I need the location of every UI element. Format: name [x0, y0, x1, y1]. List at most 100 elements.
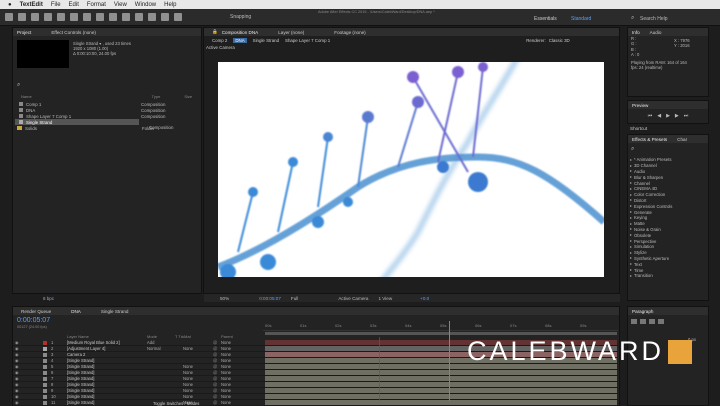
- layer-trkmat[interactable]: None: [183, 364, 193, 369]
- layer-name[interactable]: [Medium Royal Blue Solid 2]: [67, 340, 120, 345]
- roto-tool-icon[interactable]: [161, 13, 169, 21]
- renderer-value[interactable]: Classic 3D: [549, 38, 570, 43]
- project-item[interactable]: Shape Layer 7 Comp 1 Composition: [15, 113, 201, 119]
- layer-name[interactable]: [Single Strand]: [67, 388, 94, 393]
- layer-label-color[interactable]: [43, 347, 47, 351]
- parent-pickwhip-icon[interactable]: @: [213, 352, 217, 357]
- parent-pickwhip-icon[interactable]: @: [213, 346, 217, 351]
- tab-layer[interactable]: Layer (none): [278, 30, 304, 35]
- menu-file[interactable]: File: [51, 2, 61, 8]
- workspace-essentials[interactable]: Essentials: [534, 16, 557, 22]
- layer-parent[interactable]: None: [221, 364, 231, 369]
- menu-app-name[interactable]: TextEdit: [20, 2, 43, 8]
- brush-tool-icon[interactable]: [122, 13, 130, 21]
- views-select[interactable]: 1 View: [378, 296, 392, 301]
- parent-pickwhip-icon[interactable]: @: [213, 358, 217, 363]
- parent-pickwhip-icon[interactable]: @: [213, 340, 217, 345]
- layer-name[interactable]: [Single Strand]: [67, 364, 94, 369]
- layer-trkmat[interactable]: None: [183, 388, 193, 393]
- clone-tool-icon[interactable]: [135, 13, 143, 21]
- layer-name[interactable]: [Single Strand]: [67, 376, 94, 381]
- layer-label-color[interactable]: [43, 341, 47, 345]
- expand-triangle-icon[interactable]: [630, 245, 632, 248]
- snapping-toggle[interactable]: Snapping: [230, 14, 251, 20]
- visibility-eye-icon[interactable]: ◉: [15, 346, 19, 351]
- bpc-toggle[interactable]: 8 bpc: [43, 296, 54, 301]
- layer-name[interactable]: [Adjustment Layer 4]: [67, 346, 105, 351]
- timeline-timecode[interactable]: 0:00:05:07: [17, 317, 50, 324]
- tab-single-strand-timeline[interactable]: Single Strand: [101, 309, 129, 314]
- layer-parent[interactable]: None: [221, 358, 231, 363]
- flow-dna[interactable]: DNA: [233, 37, 247, 43]
- parent-pickwhip-icon[interactable]: @: [213, 400, 217, 405]
- expand-triangle-icon[interactable]: [630, 222, 632, 225]
- first-frame-icon[interactable]: ⏮: [648, 113, 653, 119]
- flow-comp2[interactable]: Comp 2: [212, 38, 227, 43]
- layer-parent[interactable]: None: [221, 352, 231, 357]
- tab-effect-controls[interactable]: Effect Controls (none): [51, 30, 96, 35]
- paragraph-title[interactable]: Paragraph: [632, 309, 653, 314]
- col-type[interactable]: Type: [152, 94, 161, 100]
- project-item-selected[interactable]: Single Strand: [15, 119, 139, 125]
- parent-pickwhip-icon[interactable]: @: [213, 364, 217, 369]
- layer-parent[interactable]: None: [221, 382, 231, 387]
- layer-duration-bar[interactable]: [265, 370, 617, 375]
- timeline-layer-row[interactable]: ◉ 11 [Single Strand] None @ None: [13, 400, 618, 406]
- layer-trkmat[interactable]: None: [183, 376, 193, 381]
- menu-window[interactable]: Window: [135, 2, 156, 8]
- layer-name[interactable]: [Single Strand]: [67, 358, 94, 363]
- layer-parent[interactable]: None: [221, 340, 231, 345]
- effects-search-icon[interactable]: ⌕: [631, 146, 708, 153]
- layer-label-color[interactable]: [43, 371, 47, 375]
- rotate-tool-icon[interactable]: [44, 13, 52, 21]
- tab-composition-dna[interactable]: Composition DNA: [222, 30, 259, 35]
- menu-view[interactable]: View: [114, 2, 127, 8]
- composition-viewer[interactable]: [218, 62, 604, 277]
- col-size[interactable]: Size: [184, 94, 192, 100]
- menu-format[interactable]: Format: [87, 2, 106, 8]
- visibility-eye-icon[interactable]: ◉: [15, 376, 19, 381]
- apple-icon[interactable]: ●: [8, 2, 12, 8]
- selection-tool-icon[interactable]: [5, 13, 13, 21]
- expand-triangle-icon[interactable]: [630, 205, 632, 208]
- layer-duration-bar[interactable]: [265, 394, 617, 399]
- exposure-value[interactable]: +0.0: [420, 296, 429, 301]
- tab-render-queue[interactable]: Render Queue: [21, 309, 51, 314]
- visibility-eye-icon[interactable]: ◉: [15, 358, 19, 363]
- layer-name[interactable]: [Single Strand]: [67, 382, 94, 387]
- comp-timecode[interactable]: 0:00:05:07: [259, 296, 281, 301]
- hand-tool-icon[interactable]: [18, 13, 26, 21]
- tab-dna-timeline[interactable]: DNA: [71, 309, 81, 314]
- visibility-eye-icon[interactable]: ◉: [15, 364, 19, 369]
- zoom-select[interactable]: 50%: [220, 296, 229, 301]
- parent-pickwhip-icon[interactable]: @: [213, 394, 217, 399]
- resolution-select[interactable]: Full: [291, 296, 298, 301]
- layer-trkmat[interactable]: None: [183, 346, 193, 351]
- layer-name[interactable]: [Single Strand]: [67, 370, 94, 375]
- layer-mode[interactable]: Add: [147, 340, 154, 345]
- col-parent[interactable]: Parent: [221, 334, 233, 339]
- search-icon[interactable]: ⌕: [631, 15, 634, 22]
- visibility-eye-icon[interactable]: ◉: [15, 352, 19, 357]
- tab-effects-presets[interactable]: Effects & Presets: [632, 137, 667, 142]
- flow-single-strand[interactable]: Single Strand: [253, 38, 279, 43]
- preview-title[interactable]: Preview: [632, 103, 648, 108]
- lock-icon[interactable]: 🔒: [212, 29, 218, 35]
- layer-parent[interactable]: None: [221, 370, 231, 375]
- layer-duration-bar[interactable]: [265, 376, 617, 381]
- expand-triangle-icon[interactable]: [630, 216, 632, 219]
- workspace-standard[interactable]: Standard: [571, 16, 591, 22]
- col-layer-name[interactable]: Layer Name: [67, 334, 89, 339]
- expand-triangle-icon[interactable]: [630, 228, 632, 231]
- expand-triangle-icon[interactable]: [630, 257, 632, 260]
- align-right-icon[interactable]: [649, 319, 655, 324]
- menu-help[interactable]: Help: [164, 2, 176, 8]
- eraser-tool-icon[interactable]: [148, 13, 156, 21]
- parent-pickwhip-icon[interactable]: @: [213, 388, 217, 393]
- toggle-switches-modes[interactable]: Toggle Switches / Modes: [153, 401, 199, 406]
- expand-triangle-icon[interactable]: [630, 187, 632, 190]
- layer-trkmat[interactable]: None: [183, 394, 193, 399]
- justify-icon[interactable]: [658, 319, 664, 324]
- menu-edit[interactable]: Edit: [69, 2, 79, 8]
- expand-triangle-icon[interactable]: [630, 199, 632, 202]
